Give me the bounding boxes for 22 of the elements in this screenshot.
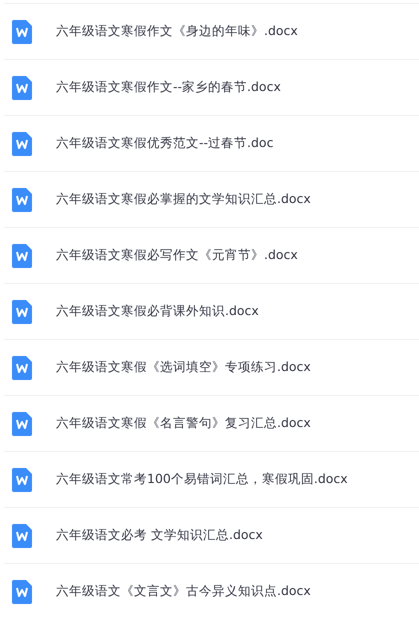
word-document-icon bbox=[12, 356, 32, 380]
word-document-icon bbox=[12, 468, 32, 492]
file-name[interactable]: 六年级语文寒假必写作文《元宵节》.docx bbox=[56, 247, 298, 264]
file-name[interactable]: 六年级语文必考 文学知识汇总.docx bbox=[56, 527, 263, 544]
file-name[interactable]: 六年级语文寒假优秀范文--过春节.doc bbox=[56, 135, 274, 152]
word-document-icon bbox=[12, 132, 32, 156]
word-document-icon bbox=[12, 412, 32, 436]
word-document-icon bbox=[12, 300, 32, 324]
word-document-icon bbox=[12, 76, 32, 100]
file-name[interactable]: 六年级语文寒假必背课外知识.docx bbox=[56, 303, 259, 320]
file-name[interactable]: 六年级语文寒假必掌握的文学知识汇总.docx bbox=[56, 191, 311, 208]
word-document-icon bbox=[12, 244, 32, 268]
word-document-icon bbox=[12, 20, 32, 44]
file-name[interactable]: 六年级语文寒假作文《身边的年味》.docx bbox=[56, 23, 298, 40]
file-name[interactable]: 六年级语文寒假作文--家乡的春节.docx bbox=[56, 79, 281, 96]
file-name[interactable]: 六年级语文寒假《选词填空》专项练习.docx bbox=[56, 359, 311, 376]
file-name[interactable]: 六年级语文常考100个易错词汇总，寒假巩固.docx bbox=[56, 471, 348, 488]
word-document-icon bbox=[12, 580, 32, 604]
word-document-icon bbox=[12, 524, 32, 548]
file-name[interactable]: 六年级语文寒假《名言警句》复习汇总.docx bbox=[56, 415, 311, 432]
word-document-icon bbox=[12, 188, 32, 212]
file-name[interactable]: 六年级语文《文言文》古今异义知识点.docx bbox=[56, 583, 311, 600]
